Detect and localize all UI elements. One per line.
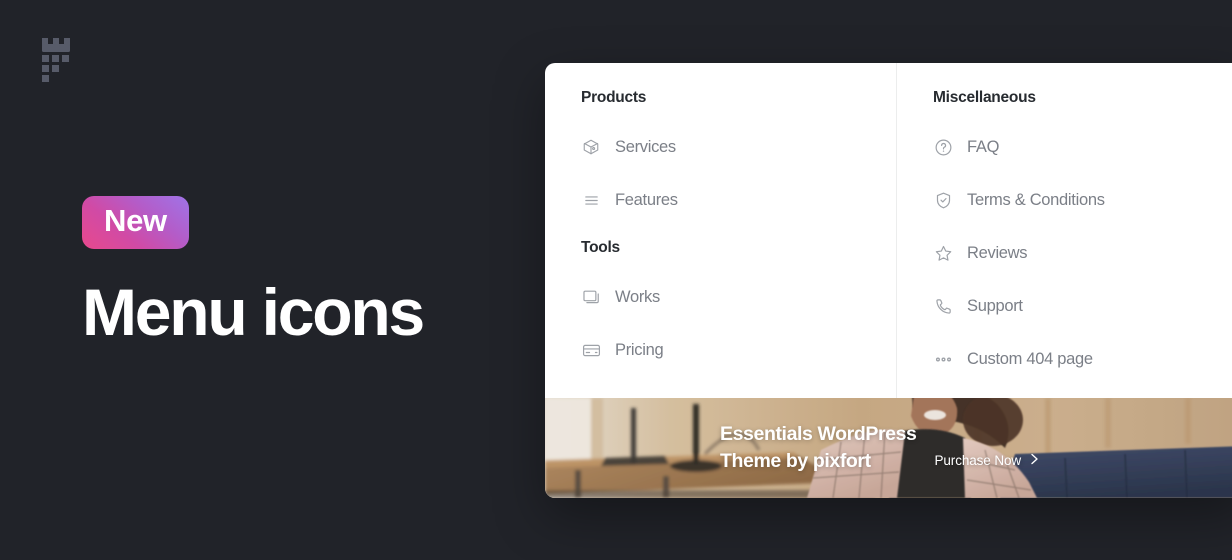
menu-item-label: FAQ [967,137,1000,156]
purchase-now-label: Purchase Now [934,452,1022,468]
menu-item-label: Custom 404 page [967,349,1093,368]
promo-content: Essentials WordPress Theme by pixfort Pu… [545,398,1232,498]
menu-item-label: Features [615,190,678,209]
list-lines-icon [581,190,601,210]
pixfort-tower-logo-icon [42,38,70,82]
menu-item-label: Support [967,296,1023,315]
menu-item-label: Pricing [615,340,664,359]
menu-item-support[interactable]: Support [933,292,1209,320]
menu-item-services[interactable]: Services [581,133,860,161]
menu-item-label: Services [615,137,676,156]
menu-item-features[interactable]: Features [581,186,860,214]
brand-logo[interactable] [40,38,80,86]
page-title: Menu icons [82,274,425,349]
menu-item-works[interactable]: Works [581,283,860,311]
shield-check-icon [933,190,953,210]
hero-section: New Menu icons [82,196,522,345]
stacked-windows-icon [581,287,601,307]
menu-item-reviews[interactable]: Reviews [933,239,1209,267]
star-icon [933,243,953,263]
ellipsis-icon [933,349,953,369]
question-circle-icon [933,137,953,157]
purchase-now-button[interactable]: Purchase Now [934,453,1039,468]
column-heading-products: Products [581,89,647,106]
menu-item-pricing[interactable]: Pricing [581,336,860,364]
phone-icon [933,296,953,316]
column-heading-tools: Tools [581,239,620,256]
promo-title: Essentials WordPress Theme by pixfort [720,423,917,472]
menu-item-label: Works [615,287,660,306]
mega-menu-column-products: Products Services Features Tools Works P… [545,63,896,398]
menu-item-custom-404-page[interactable]: Custom 404 page [933,345,1209,373]
menu-item-label: Reviews [967,243,1028,262]
mega-menu-column-miscellaneous: Miscellaneous FAQ Terms & Conditions Rev… [896,63,1232,398]
chevron-right-icon [1030,453,1039,468]
package-box-icon [581,137,601,157]
menu-item-terms-conditions[interactable]: Terms & Conditions [933,186,1209,214]
mega-menu-panel: Products Services Features Tools Works P… [545,63,1232,498]
new-badge: New [82,196,189,249]
menu-item-label: Terms & Conditions [967,190,1105,209]
mega-menu-columns: Products Services Features Tools Works P… [545,63,1232,398]
promo-banner[interactable]: Essentials WordPress Theme by pixfort Pu… [545,398,1232,498]
column-heading-miscellaneous: Miscellaneous [933,89,1036,106]
menu-item-faq[interactable]: FAQ [933,133,1209,161]
credit-card-icon [581,340,601,360]
